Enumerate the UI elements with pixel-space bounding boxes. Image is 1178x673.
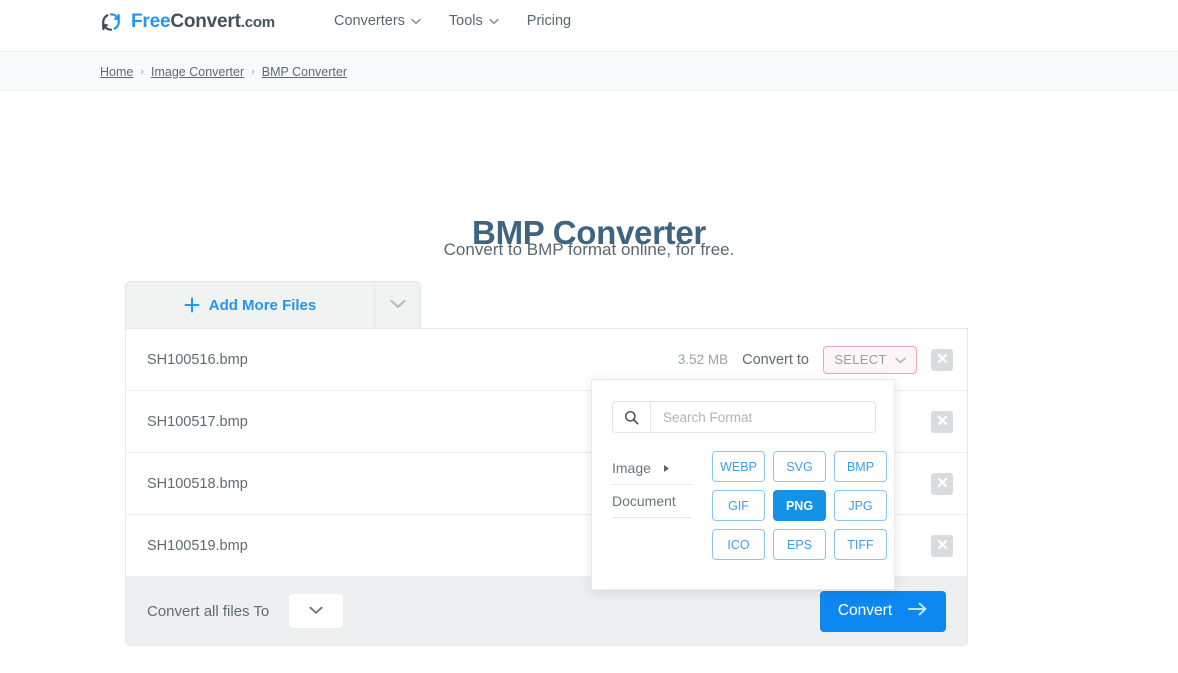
format-category-image[interactable]: Image bbox=[612, 452, 692, 485]
file-toolbar: Add More Files bbox=[125, 281, 421, 328]
format-category-list: Image Document bbox=[612, 452, 692, 518]
search-input[interactable] bbox=[651, 402, 875, 432]
breadcrumb: Home › Image Converter › BMP Converter bbox=[100, 65, 347, 79]
breadcrumb-separator: › bbox=[140, 66, 145, 78]
format-category-document[interactable]: Document bbox=[612, 485, 692, 518]
breadcrumb-bar: Home › Image Converter › BMP Converter bbox=[0, 53, 1178, 91]
refresh-circle-icon bbox=[100, 11, 122, 33]
arrow-right-icon bbox=[908, 602, 928, 621]
remove-file-button[interactable] bbox=[931, 472, 953, 495]
file-row-controls bbox=[931, 410, 953, 433]
format-select-button[interactable]: SELECT bbox=[823, 345, 917, 374]
chevron-down-icon bbox=[894, 351, 906, 369]
format-option-gif[interactable]: GIF bbox=[712, 490, 765, 521]
format-option-ico[interactable]: ICO bbox=[712, 529, 765, 560]
breadcrumb-separator: › bbox=[251, 66, 255, 78]
brand-free-text: Free bbox=[131, 11, 171, 32]
file-name: SH100517.bmp bbox=[147, 413, 248, 430]
brand-convert-text: Convert bbox=[170, 11, 241, 32]
file-name: SH100518.bmp bbox=[147, 475, 248, 492]
file-name: SH100516.bmp bbox=[147, 351, 248, 368]
format-option-jpg[interactable]: JPG bbox=[834, 490, 887, 521]
format-options-grid: WEBP SVG BMP GIF PNG JPG ICO EPS TIFF bbox=[712, 451, 887, 560]
nav-item-pricing[interactable]: Pricing bbox=[527, 13, 571, 29]
search-icon bbox=[613, 402, 651, 432]
remove-file-button[interactable] bbox=[931, 410, 953, 433]
format-dropdown-panel: Image Document WEBP SVG BMP GIF PNG JPG … bbox=[591, 379, 895, 590]
file-toolbar-dropdown-button[interactable] bbox=[375, 281, 421, 328]
format-option-webp[interactable]: WEBP bbox=[712, 451, 765, 482]
add-more-files-button[interactable]: Add More Files bbox=[125, 281, 375, 328]
format-category-label: Document bbox=[612, 493, 676, 509]
nav-label-pricing: Pricing bbox=[526, 13, 572, 29]
file-name: SH100519.bmp bbox=[147, 537, 248, 554]
page-subtitle: Convert to BMP format online, for free. bbox=[443, 240, 735, 259]
format-option-png[interactable]: PNG bbox=[773, 490, 826, 521]
file-row-controls bbox=[931, 534, 953, 557]
nav-item-converters[interactable]: Converters bbox=[334, 13, 421, 29]
close-icon bbox=[937, 475, 948, 493]
close-icon bbox=[937, 537, 948, 555]
file-row-controls: 3.52 MB Convert to SELECT bbox=[677, 345, 953, 374]
format-option-svg[interactable]: SVG bbox=[773, 451, 826, 482]
format-option-eps[interactable]: EPS bbox=[773, 529, 826, 560]
chevron-down-icon bbox=[389, 296, 406, 314]
plus-icon bbox=[184, 297, 200, 313]
format-category-label: Image bbox=[612, 460, 651, 476]
chevron-down-icon bbox=[489, 18, 499, 25]
add-more-files-label: Add More Files bbox=[208, 296, 317, 314]
brand-com-text: .com bbox=[240, 14, 275, 31]
convert-button[interactable]: Convert bbox=[820, 590, 946, 632]
nav-item-tools[interactable]: Tools bbox=[449, 13, 499, 29]
chevron-down-icon bbox=[309, 602, 323, 620]
chevron-down-icon bbox=[411, 18, 421, 25]
convert-to-label: Convert to bbox=[742, 351, 809, 368]
close-icon bbox=[937, 351, 948, 369]
breadcrumb-item-image-converter[interactable]: Image Converter bbox=[151, 65, 244, 79]
brand-wordmark: FreeConvert.com bbox=[131, 11, 275, 33]
brand-logo[interactable]: FreeConvert.com bbox=[100, 11, 275, 33]
file-row-controls bbox=[931, 472, 953, 495]
remove-file-button[interactable] bbox=[931, 348, 953, 371]
site-header: FreeConvert.com Converters Tools Pricing bbox=[0, 0, 1178, 52]
remove-file-button[interactable] bbox=[931, 534, 953, 557]
nav-label-tools: Tools bbox=[448, 13, 483, 29]
format-select-label: SELECT bbox=[834, 352, 887, 367]
file-size: 3.52 MB bbox=[677, 352, 729, 367]
format-option-tiff[interactable]: TIFF bbox=[834, 529, 887, 560]
caret-right-icon bbox=[663, 460, 670, 476]
convert-button-label: Convert bbox=[837, 602, 893, 619]
convert-all-format-select[interactable] bbox=[288, 593, 344, 629]
nav-label-converters: Converters bbox=[334, 13, 405, 29]
format-search-box bbox=[612, 401, 876, 433]
close-icon bbox=[937, 413, 948, 431]
breadcrumb-item-bmp-converter[interactable]: BMP Converter bbox=[262, 65, 347, 79]
convert-all-label: Convert all files To bbox=[147, 602, 270, 620]
breadcrumb-item-home[interactable]: Home bbox=[100, 65, 133, 79]
main-nav: Converters Tools Pricing bbox=[334, 13, 571, 29]
format-option-bmp[interactable]: BMP bbox=[834, 451, 887, 482]
